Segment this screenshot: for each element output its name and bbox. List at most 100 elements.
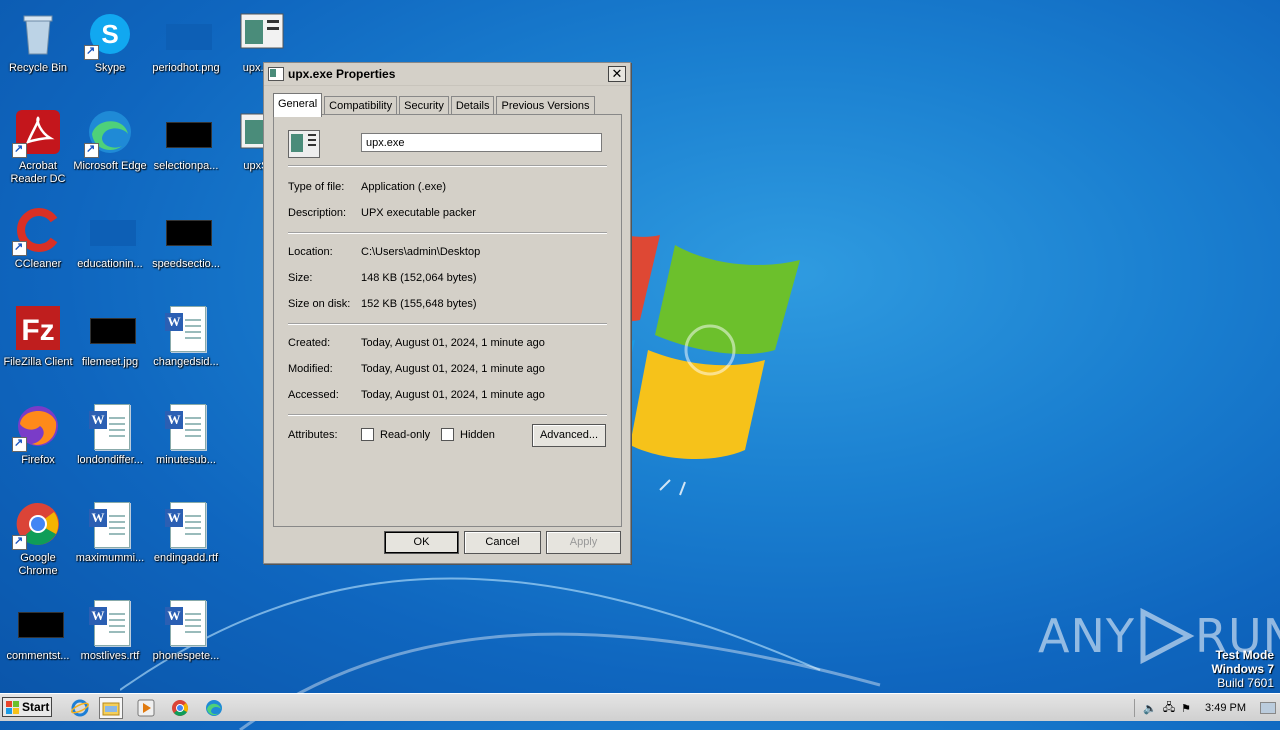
desktop-icon-label: minutesub... — [156, 454, 216, 466]
cancel-button[interactable]: Cancel — [464, 531, 541, 554]
tab-security[interactable]: Security — [399, 96, 449, 116]
action-center-flag-icon[interactable]: ⚑ — [1181, 702, 1191, 715]
type-of-file-label: Type of file: — [288, 181, 345, 193]
edge-icon — [206, 700, 222, 716]
word-document-icon: W — [162, 402, 210, 450]
hidden-checkbox[interactable]: Hidden — [441, 428, 495, 441]
show-desktop-button[interactable] — [1260, 702, 1276, 714]
desktop-icon-endingadd[interactable]: W endingadd.rtf — [148, 494, 224, 584]
divider — [288, 232, 607, 234]
test-mode-notice: Test Mode Windows 7 Build 7601 — [1211, 648, 1274, 690]
desktop-icon-chrome[interactable]: Google Chrome — [0, 494, 76, 584]
svg-text:Fz: Fz — [21, 314, 54, 347]
start-label: Start — [22, 700, 50, 714]
tab-previous-versions[interactable]: Previous Versions — [496, 96, 595, 116]
taskbar-media-player[interactable] — [134, 697, 158, 719]
exe-file-icon — [238, 10, 286, 58]
location-label: Location: — [288, 246, 333, 258]
network-icon[interactable]: 🖧 — [1163, 699, 1175, 718]
taskbar-file-explorer[interactable] — [99, 697, 123, 719]
desktop-icon-commentst[interactable]: commentst... — [0, 592, 76, 682]
desktop-icon-mostlives[interactable]: W mostlives.rtf — [72, 592, 148, 682]
desktop-icon-speedsectio[interactable]: speedsectio... — [148, 200, 224, 290]
desktop-icon-educationin[interactable]: educationin... — [72, 200, 148, 290]
apply-button[interactable]: Apply — [546, 531, 621, 554]
desktop-icon-minutesub[interactable]: W minutesub... — [148, 396, 224, 486]
desktop-icon-label: FileZilla Client — [3, 356, 73, 368]
size-on-disk-value: 152 KB (155,648 bytes) — [361, 298, 477, 310]
readonly-label: Read-only — [380, 428, 431, 441]
recycle-bin-icon — [14, 10, 62, 58]
internet-explorer-icon — [71, 699, 89, 717]
divider — [288, 414, 607, 416]
image-file-icon — [86, 304, 136, 352]
desktop-icon-label: Skype — [94, 62, 126, 74]
modified-value: Today, August 01, 2024, 1 minute ago — [361, 363, 545, 375]
desktop-icon-phonespete[interactable]: W phonespete... — [148, 592, 224, 682]
edge-icon — [84, 108, 134, 158]
desktop-icon-label: speedsectio... — [152, 258, 220, 270]
desktop-icon-label: londondiffer... — [77, 454, 143, 466]
desktop-icon-label: endingadd.rtf — [153, 552, 219, 564]
folder-icon — [102, 702, 120, 716]
type-of-file-value: Application (.exe) — [361, 181, 446, 193]
dialog-titlebar[interactable]: upx.exe Properties ✕ — [264, 63, 630, 86]
tab-general[interactable]: General — [273, 93, 323, 117]
clock[interactable]: 3:49 PM — [1205, 702, 1246, 714]
desktop-icon-edge[interactable]: Microsoft Edge — [72, 102, 148, 192]
desktop-icon-maximummi[interactable]: W maximummi... — [72, 494, 148, 584]
desktop-icon-changedsid[interactable]: W changedsid... — [148, 298, 224, 388]
desktop-icon-label: changedsid... — [153, 356, 219, 368]
attributes-label: Attributes: — [288, 429, 338, 441]
filename-input[interactable] — [361, 133, 602, 152]
divider — [288, 165, 607, 167]
desktop-icon-filezilla[interactable]: Fz FileZilla Client — [0, 298, 76, 388]
desktop-icon-recycle-bin[interactable]: Recycle Bin — [0, 4, 76, 94]
desktop-icon-skype[interactable]: S Skype — [72, 4, 148, 94]
taskbar-edge[interactable] — [202, 697, 226, 719]
hidden-label: Hidden — [460, 428, 495, 441]
ok-button[interactable]: OK — [384, 531, 459, 554]
image-file-icon — [162, 206, 212, 254]
tray-separator — [1134, 699, 1136, 717]
desktop-icon-selectionpa[interactable]: selectionpa... — [148, 102, 224, 192]
description-value: UPX executable packer — [361, 207, 476, 219]
desktop-icon-label: selectionpa... — [153, 160, 219, 172]
chrome-icon — [172, 700, 188, 716]
image-file-icon — [162, 10, 212, 58]
volume-icon[interactable]: 🔈 — [1143, 702, 1157, 715]
filezilla-icon: Fz — [14, 304, 62, 352]
size-on-disk-label: Size on disk: — [288, 298, 351, 310]
desktop-icon-label: Microsoft Edge — [73, 160, 147, 172]
desktop-icon-londondiffer[interactable]: W londondiffer... — [72, 396, 148, 486]
desktop-icon-firefox[interactable]: Firefox — [0, 396, 76, 486]
windows-flag-icon — [6, 700, 19, 714]
dialog-title: upx.exe Properties — [288, 67, 396, 81]
media-player-icon — [137, 699, 155, 717]
taskbar: Start 🔈 🖧 ⚑ 3:49 PM — [0, 693, 1280, 721]
start-button[interactable]: Start — [2, 697, 52, 717]
watermark-text-left: ANY — [1038, 609, 1135, 663]
taskbar-chrome[interactable] — [168, 697, 192, 719]
advanced-button[interactable]: Advanced... — [532, 424, 606, 447]
properties-dialog: upx.exe Properties ✕ General Compatibili… — [263, 62, 631, 564]
tab-compatibility[interactable]: Compatibility — [324, 96, 398, 116]
taskbar-internet-explorer[interactable] — [68, 697, 92, 719]
desktop-icon-periodhot[interactable]: periodhot.png — [148, 4, 224, 94]
accessed-label: Accessed: — [288, 389, 339, 401]
desktop-icon-acrobat[interactable]: Acrobat Reader DC — [0, 102, 76, 192]
general-tab-panel: Type of file: Application (.exe) Descrip… — [273, 114, 622, 527]
checkbox-box[interactable] — [441, 428, 454, 441]
location-value: C:\Users\admin\Desktop — [361, 246, 481, 258]
build-line: Build 7601 — [1217, 676, 1274, 690]
readonly-checkbox[interactable]: Read-only — [361, 428, 430, 441]
image-file-icon — [86, 206, 136, 254]
desktop-icon-label: educationin... — [77, 258, 143, 270]
desktop-icon-ccleaner[interactable]: CCleaner — [0, 200, 76, 290]
desktop-icon-filemeet[interactable]: filemeet.jpg — [72, 298, 148, 388]
desktop-icon-label: periodhot.png — [152, 62, 220, 74]
tab-details[interactable]: Details — [450, 96, 495, 116]
close-button[interactable]: ✕ — [608, 66, 626, 82]
image-file-icon — [14, 598, 64, 646]
checkbox-box[interactable] — [361, 428, 374, 441]
